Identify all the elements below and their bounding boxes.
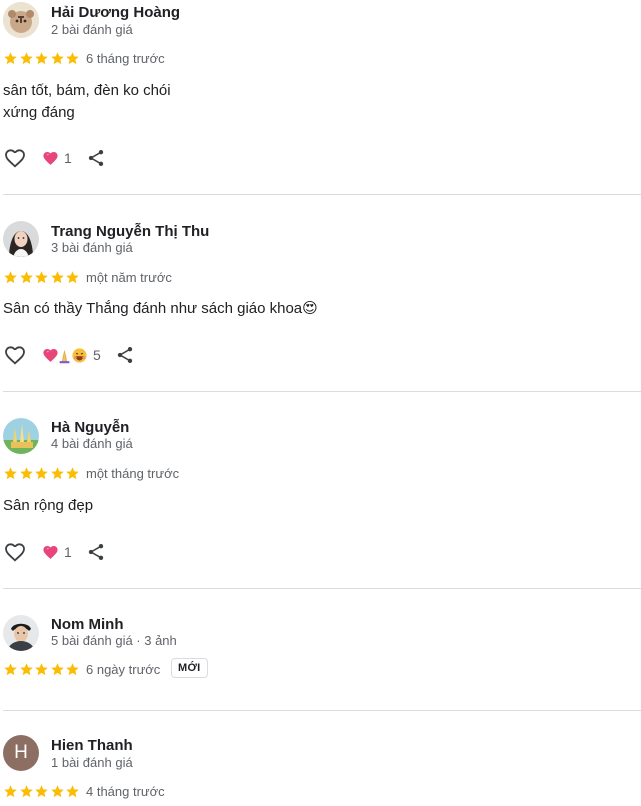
star-icon bbox=[34, 466, 49, 481]
review-time: 4 tháng trước bbox=[86, 784, 165, 799]
review-text: Sân rộng đẹp bbox=[3, 495, 93, 517]
star-icon bbox=[34, 662, 49, 677]
avatar[interactable] bbox=[3, 615, 39, 651]
avatar[interactable] bbox=[3, 221, 39, 257]
share-icon[interactable] bbox=[115, 345, 135, 365]
star-icon bbox=[19, 466, 34, 481]
star-icon bbox=[50, 51, 65, 66]
review-time: một tháng trước bbox=[86, 466, 180, 481]
reviewer-name[interactable]: Hà Nguyễn bbox=[51, 419, 129, 436]
review-text-line: sân tốt, bám, đèn ko chói bbox=[3, 82, 171, 99]
star-icon bbox=[3, 662, 18, 677]
reactions-button[interactable]: 5 bbox=[42, 347, 101, 364]
avatar-image-icon bbox=[3, 221, 39, 257]
review-time: một năm trước bbox=[86, 270, 172, 285]
reviewer-meta: 1 bài đánh giá bbox=[51, 755, 133, 770]
avatar-image-icon bbox=[3, 418, 39, 454]
reviewer-name[interactable]: Nom Minh bbox=[51, 616, 124, 633]
review-actions: 1 bbox=[3, 146, 106, 170]
reviewer-meta: 5 bài đánh giá · 3 ảnh bbox=[51, 633, 177, 648]
star-icon bbox=[19, 662, 34, 677]
star-icon bbox=[3, 784, 18, 799]
star-rating bbox=[3, 466, 81, 482]
star-icon bbox=[34, 784, 49, 799]
share-icon[interactable] bbox=[86, 542, 106, 562]
like-icon[interactable] bbox=[3, 146, 27, 170]
reviewer-meta: 2 bài đánh giá bbox=[51, 22, 133, 37]
star-icon bbox=[65, 51, 80, 66]
reaction-count: 1 bbox=[64, 150, 72, 166]
review-card: Hà Nguyễn 4 bài đánh giá một tháng trước… bbox=[0, 416, 641, 590]
reviewer-meta: 4 bài đánh giá bbox=[51, 436, 133, 451]
divider bbox=[3, 710, 641, 711]
star-icon bbox=[65, 662, 80, 677]
star-icon bbox=[50, 784, 65, 799]
divider bbox=[3, 194, 641, 195]
avatar[interactable] bbox=[3, 2, 39, 38]
star-icon bbox=[50, 662, 65, 677]
star-icon bbox=[3, 466, 18, 481]
star-icon bbox=[19, 51, 34, 66]
reviewer-name[interactable]: Trang Nguyễn Thị Thu bbox=[51, 223, 209, 240]
review-card: Trang Nguyễn Thị Thu 3 bài đánh giá một … bbox=[0, 218, 641, 392]
review-text: sân tốt, bám, đèn ko chói xứng đáng bbox=[3, 80, 171, 124]
avatar-image-icon bbox=[3, 615, 39, 651]
review-text: Sân có thầy Thắng đánh như sách giáo kho… bbox=[3, 298, 318, 320]
reactions-button[interactable]: 1 bbox=[42, 150, 72, 167]
avatar-image-icon bbox=[3, 2, 39, 38]
divider bbox=[3, 588, 641, 589]
review-text-line: Sân rộng đẹp bbox=[3, 497, 94, 514]
reaction-count: 1 bbox=[64, 544, 72, 560]
avatar-letter: H bbox=[14, 742, 28, 763]
review-card: Hải Dương Hoàng 2 bài đánh giá 6 tháng t… bbox=[0, 0, 641, 195]
review-actions: 1 bbox=[3, 540, 106, 564]
star-icon bbox=[3, 51, 18, 66]
star-icon bbox=[50, 466, 65, 481]
heart-reaction-icon bbox=[42, 150, 59, 167]
grin-reaction-icon bbox=[72, 347, 87, 363]
star-icon bbox=[19, 270, 34, 285]
review-text-line: Sân có thầy Thắng đánh như sách giáo kho… bbox=[3, 300, 318, 317]
reviewer-name[interactable]: Hien Thanh bbox=[51, 737, 133, 754]
new-badge: MỚI bbox=[171, 658, 208, 678]
star-icon bbox=[34, 51, 49, 66]
like-icon[interactable] bbox=[3, 540, 27, 564]
star-icon bbox=[3, 270, 18, 285]
reaction-count: 5 bbox=[93, 347, 101, 363]
review-text-line: xứng đáng bbox=[3, 104, 75, 121]
review-time: 6 ngày trước bbox=[86, 662, 161, 677]
avatar[interactable]: H bbox=[3, 735, 39, 771]
reactions-button[interactable]: 1 bbox=[42, 544, 72, 561]
reviewer-name[interactable]: Hải Dương Hoàng bbox=[51, 4, 180, 21]
star-icon bbox=[50, 270, 65, 285]
heart-reaction-icon bbox=[42, 544, 59, 561]
star-icon bbox=[65, 270, 80, 285]
reviewer-meta: 3 bài đánh giá bbox=[51, 240, 133, 255]
avatar[interactable] bbox=[3, 418, 39, 454]
star-rating bbox=[3, 270, 81, 286]
review-actions: 5 bbox=[3, 343, 135, 367]
divider bbox=[3, 391, 641, 392]
star-icon bbox=[34, 270, 49, 285]
share-icon[interactable] bbox=[86, 148, 106, 168]
star-rating bbox=[3, 51, 81, 67]
review-card: H Hien Thanh 1 bài đánh giá 4 tháng trướ… bbox=[0, 734, 641, 806]
like-icon[interactable] bbox=[3, 343, 27, 367]
star-icon bbox=[19, 784, 34, 799]
star-rating bbox=[3, 784, 81, 800]
star-icon bbox=[65, 784, 80, 799]
star-rating bbox=[3, 662, 81, 678]
review-time: 6 tháng trước bbox=[86, 51, 165, 66]
star-icon bbox=[65, 466, 80, 481]
review-card: Nom Minh 5 bài đánh giá · 3 ảnh 6 ngày t… bbox=[0, 612, 641, 712]
